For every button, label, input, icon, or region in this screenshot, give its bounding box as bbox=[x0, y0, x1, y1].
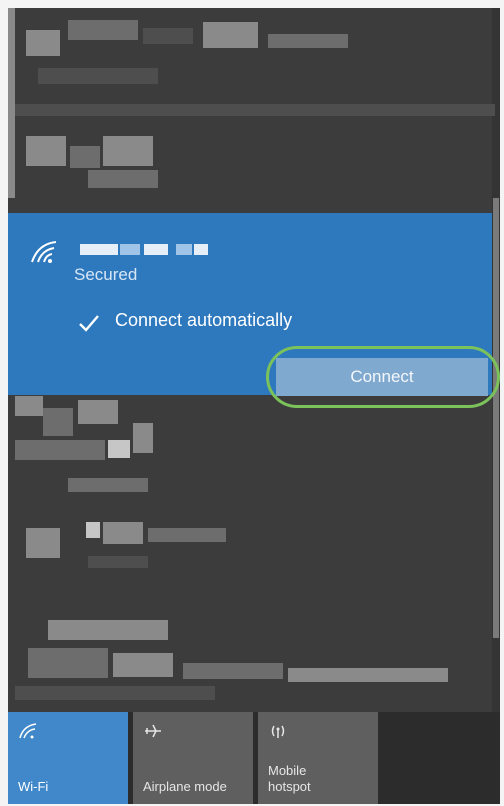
mobile-hotspot-tile[interactable]: Mobile hotspot bbox=[258, 712, 378, 804]
tile-label-mobile-hotspot: Mobile hotspot bbox=[268, 763, 311, 794]
wifi-icon bbox=[19, 723, 37, 739]
scrollbar-thumb[interactable] bbox=[493, 198, 499, 638]
airplane-icon bbox=[145, 724, 161, 738]
security-status: Secured bbox=[74, 265, 138, 284]
airplane-mode-tile[interactable]: Airplane mode bbox=[133, 712, 253, 804]
connect-automatically-checkbox[interactable]: Connect automatically bbox=[115, 310, 292, 331]
checkmark-icon[interactable] bbox=[78, 314, 100, 332]
scrollbar[interactable] bbox=[492, 8, 500, 804]
hotspot-icon bbox=[271, 725, 285, 738]
wifi-toggle-tile[interactable]: Wi-Fi bbox=[8, 712, 128, 804]
separator-blurred bbox=[15, 104, 495, 116]
tile-label-wifi: Wi-Fi bbox=[18, 779, 49, 794]
network-flyout: Secured Connect automatically Connect bbox=[8, 8, 500, 804]
wifi-secured-icon bbox=[31, 241, 57, 263]
left-edge-bar bbox=[8, 8, 15, 198]
tile-label-airplane-mode: Airplane mode bbox=[143, 779, 227, 794]
connect-highlight-ring bbox=[266, 346, 500, 408]
quick-actions-bar: Wi-Fi Airplane mode Mobile hotspot bbox=[8, 712, 500, 804]
